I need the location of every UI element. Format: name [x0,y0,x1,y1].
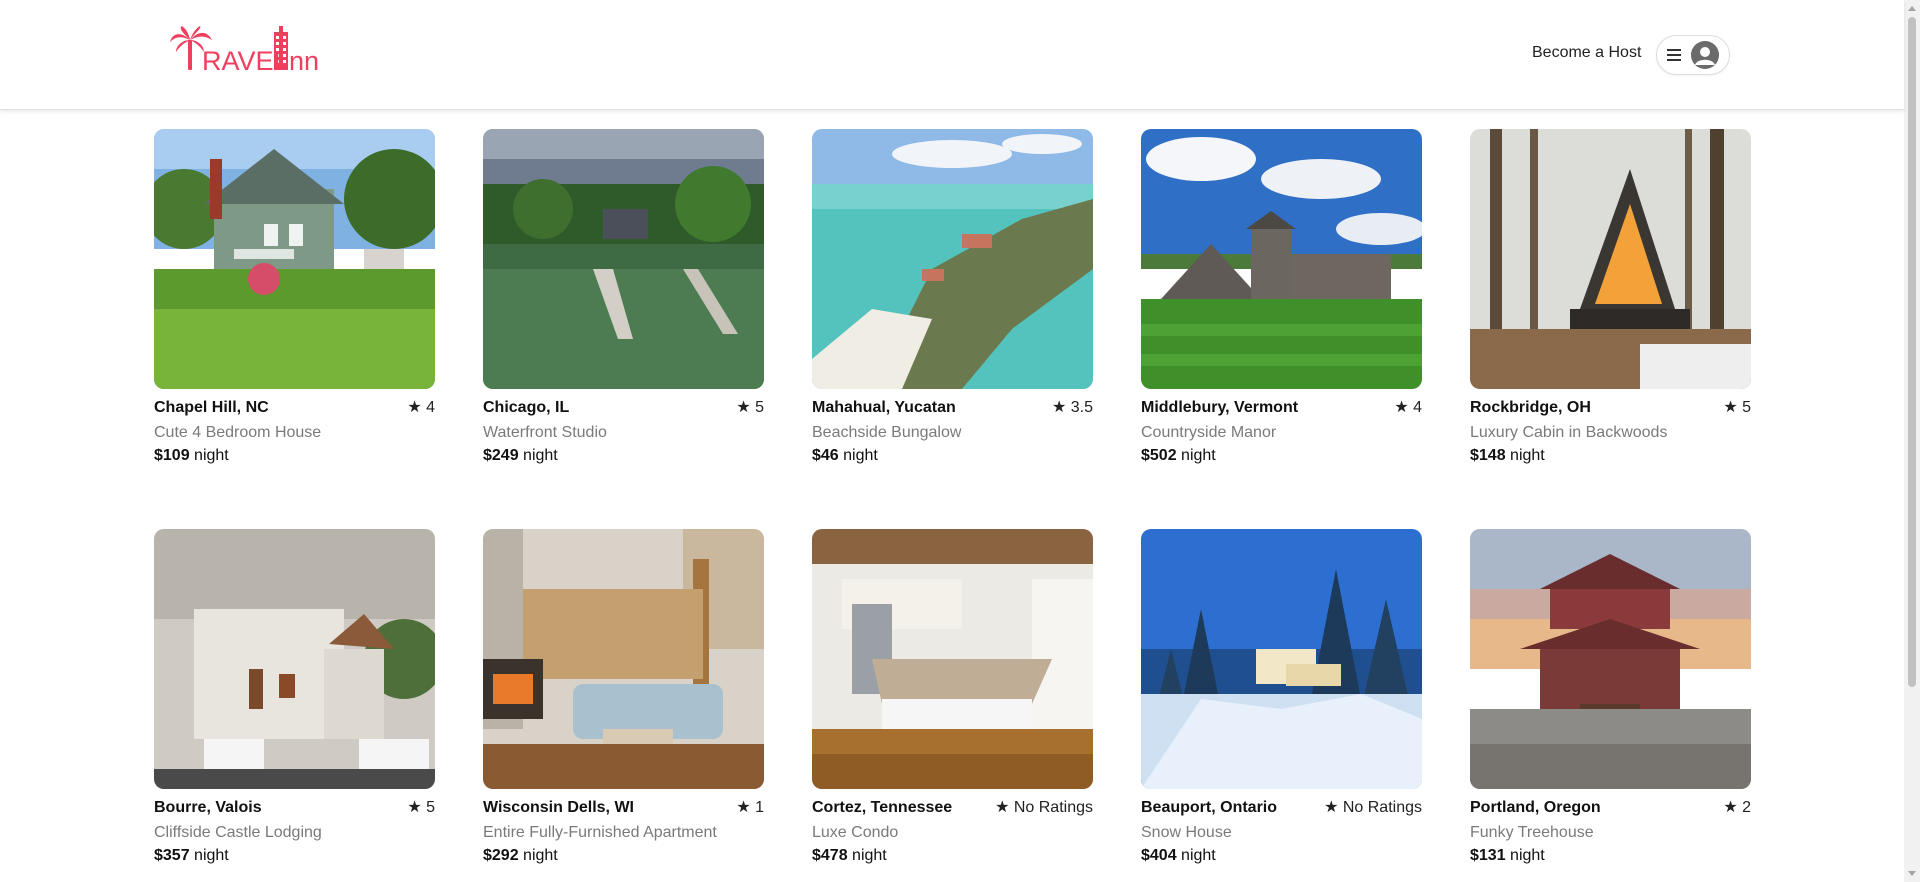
listing-photo[interactable] [1141,529,1422,789]
listing-card[interactable]: Middlebury, Vermont ★ 4 Countryside Mano… [1141,129,1422,465]
listing-photo[interactable] [1141,129,1422,389]
listing-photo[interactable] [812,129,1093,389]
listing-card[interactable]: Wisconsin Dells, WI ★ 1 Entire Fully-Fur… [483,529,764,865]
listing-photo[interactable] [154,129,435,389]
price-unit: night [838,447,878,464]
hamburger-menu-icon [1667,49,1681,61]
listing-rating: ★ 3.5 [1051,399,1093,416]
listing-rating: ★ No Ratings [1324,799,1422,816]
price-amount: $148 [1470,447,1506,464]
listing-card[interactable]: Portland, Oregon ★ 2 Funky Treehouse $13… [1470,529,1751,865]
top-navbar: RAVEL nn Become a Host [0,0,1904,110]
listing-location: Rockbridge, OH [1470,399,1591,416]
listing-location: Middlebury, Vermont [1141,399,1299,416]
listing-rating: ★ 5 [736,399,764,416]
price-unit: night [189,447,229,464]
price-amount: $357 [154,847,190,864]
price-unit: night [847,847,887,864]
listing-rating: ★ 5 [1723,399,1751,416]
price-amount: $46 [812,447,839,464]
listing-rating: ★ 2 [1723,799,1751,816]
price-unit: night [518,847,558,864]
listing-card[interactable]: Chapel Hill, NC ★ 4 Cute 4 Bedroom House… [154,129,435,465]
price-unit: night [1176,847,1216,864]
listing-photo[interactable] [1470,529,1751,789]
listing-photo[interactable] [483,529,764,789]
listing-photo[interactable] [812,529,1093,789]
listing-photo[interactable] [483,129,764,389]
listing-price: $478 night [812,847,1093,865]
scroll-up-arrow-icon[interactable] [1908,6,1916,11]
listing-photo[interactable] [1470,129,1751,389]
price-unit: night [1505,447,1545,464]
listing-location: Chapel Hill, NC [154,399,269,416]
listing-card[interactable]: Bourre, Valois ★ 5 Cliffside Castle Lodg… [154,529,435,865]
price-unit: night [518,447,558,464]
price-amount: $404 [1141,847,1177,864]
listing-price: $502 night [1141,447,1422,465]
scroll-down-arrow-icon[interactable] [1908,871,1916,876]
listing-location: Chicago, IL [483,399,570,416]
listing-title: Cute 4 Bedroom House [154,424,322,441]
listing-title: Luxury Cabin in Backwoods [1470,424,1668,441]
price-unit: night [1505,847,1545,864]
user-menu-button[interactable] [1656,35,1730,75]
listing-price: $404 night [1141,847,1422,865]
price-amount: $478 [812,847,848,864]
listing-title: Countryside Manor [1141,424,1277,441]
listing-price: $46 night [812,447,1093,465]
listing-title: Beachside Bungalow [812,424,962,441]
listing-title: Entire Fully-Furnished Apartment [483,824,717,841]
listing-card[interactable]: Chicago, IL ★ 5 Waterfront Studio $249 n… [483,129,764,465]
listing-card[interactable]: Cortez, Tennessee ★ No Ratings Luxe Cond… [812,529,1093,865]
listing-rating: ★ 4 [1394,399,1422,416]
listing-price: $148 night [1470,447,1751,465]
price-amount: $502 [1141,447,1177,464]
listing-location: Cortez, Tennessee [812,799,953,816]
price-amount: $249 [483,447,519,464]
price-amount: $292 [483,847,519,864]
listing-photo[interactable] [154,529,435,789]
listing-rating: ★ 5 [407,799,435,816]
listing-location: Mahahual, Yucatan [812,399,956,416]
scrollbar-thumb[interactable] [1908,17,1916,687]
listing-card[interactable]: Mahahual, Yucatan ★ 3.5 Beachside Bungal… [812,129,1093,465]
price-unit: night [189,847,229,864]
listing-location: Portland, Oregon [1470,799,1601,816]
listing-title: Funky Treehouse [1470,824,1594,841]
price-unit: night [1176,447,1216,464]
become-a-host-link[interactable]: Become a Host [1532,44,1641,62]
listing-location: Beauport, Ontario [1141,799,1278,816]
listing-price: $131 night [1470,847,1751,865]
price-amount: $131 [1470,847,1506,864]
vertical-scrollbar[interactable] [1904,0,1920,882]
listing-rating: ★ 1 [736,799,764,816]
listing-price: $249 night [483,447,764,465]
user-avatar-icon [1691,41,1719,69]
price-amount: $109 [154,447,190,464]
listing-price: $357 night [154,847,435,865]
listing-price: $292 night [483,847,764,865]
travelinn-logo[interactable]: RAVEL nn [170,26,330,76]
listing-rating: ★ 4 [407,399,435,416]
listing-title: Cliffside Castle Lodging [154,824,322,841]
listing-title: Luxe Condo [812,824,899,841]
listing-card[interactable]: Rockbridge, OH ★ 5 Luxury Cabin in Backw… [1470,129,1751,465]
listing-rating: ★ No Ratings [995,799,1093,816]
svg-text:nn: nn [289,46,319,76]
listing-location: Wisconsin Dells, WI [483,799,634,816]
logo-graphic: RAVEL nn [170,26,319,76]
listing-card[interactable]: Beauport, Ontario ★ No Ratings Snow Hous… [1141,529,1422,865]
listing-location: Bourre, Valois [154,799,262,816]
svg-text:RAVEL: RAVEL [202,46,289,76]
listing-price: $109 night [154,447,435,465]
listing-title: Waterfront Studio [483,424,607,441]
listing-title: Snow House [1141,824,1232,841]
